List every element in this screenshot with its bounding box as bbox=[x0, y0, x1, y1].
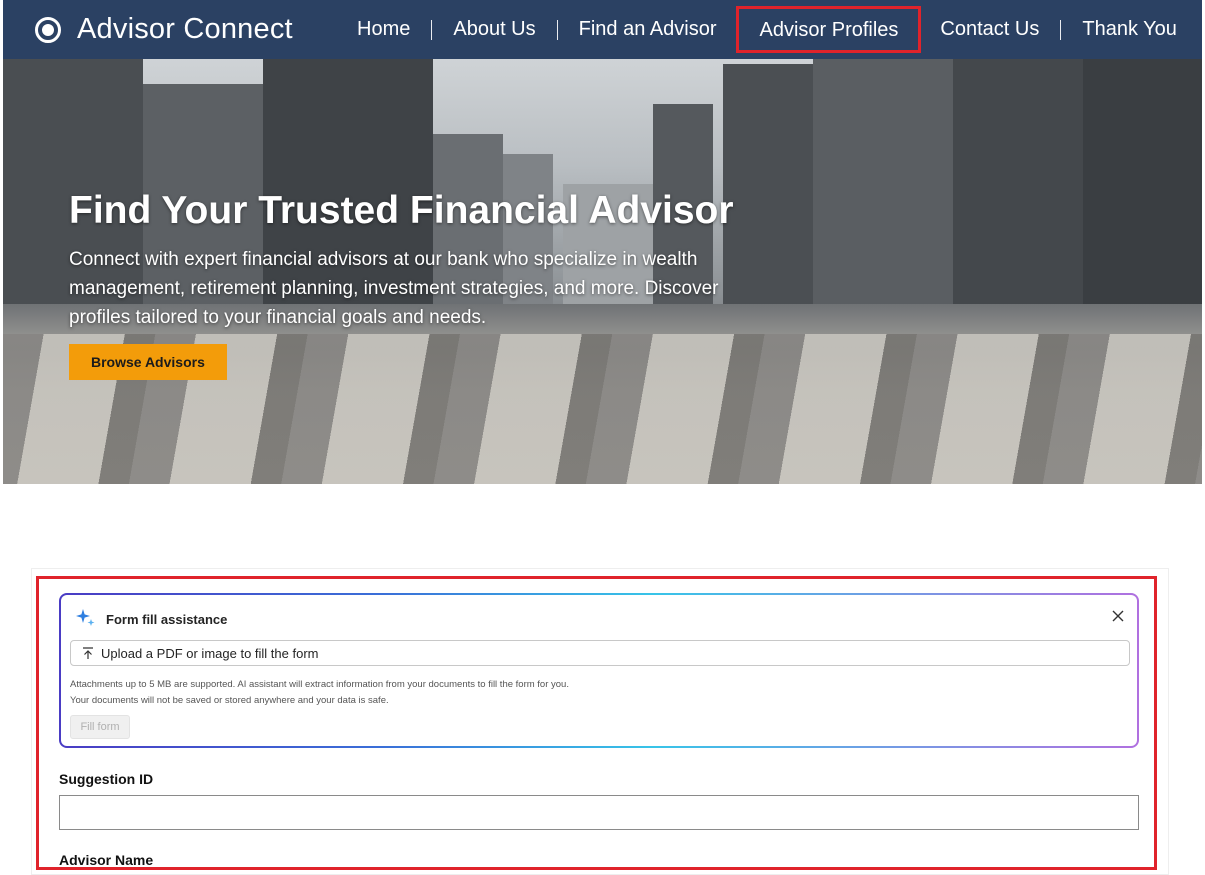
hero-content: Find Your Trusted Financial Advisor Conn… bbox=[69, 189, 769, 380]
hero-building bbox=[1083, 59, 1202, 334]
assist-title: Form fill assistance bbox=[106, 612, 228, 627]
fill-form-button[interactable]: Fill form bbox=[70, 715, 130, 739]
brand-logo-icon bbox=[35, 16, 61, 43]
nav-thank-you[interactable]: Thank You bbox=[1061, 18, 1198, 41]
hero-building bbox=[953, 59, 1083, 334]
hero-subtitle: Connect with expert financial advisors a… bbox=[69, 249, 719, 328]
brand-name: Advisor Connect bbox=[77, 13, 293, 45]
upload-document-button[interactable]: Upload a PDF or image to fill the form bbox=[70, 640, 1130, 666]
close-icon[interactable] bbox=[1111, 609, 1125, 623]
nav-links: Home About Us Find an Advisor Advisor Pr… bbox=[336, 0, 1198, 59]
nav-contact-us[interactable]: Contact Us bbox=[919, 18, 1060, 41]
form-fill-assistance-panel: Form fill assistance Upload a PDF or ima… bbox=[59, 593, 1139, 748]
sparkle-icon bbox=[76, 609, 95, 626]
suggestion-id-label: Suggestion ID bbox=[59, 771, 154, 787]
nav-advisor-profiles[interactable]: Advisor Profiles bbox=[736, 6, 922, 53]
advisor-name-label: Advisor Name bbox=[59, 852, 154, 868]
nav-home[interactable]: Home bbox=[336, 18, 431, 41]
upload-label: Upload a PDF or image to fill the form bbox=[101, 645, 319, 661]
brand[interactable]: Advisor Connect bbox=[35, 13, 293, 46]
assist-note-line: Attachments up to 5 MB are supported. AI… bbox=[70, 679, 569, 690]
nav-find-an-advisor[interactable]: Find an Advisor bbox=[558, 18, 738, 41]
hero-banner: Find Your Trusted Financial Advisor Conn… bbox=[3, 59, 1202, 484]
upload-icon bbox=[83, 646, 93, 659]
top-navbar: Advisor Connect Home About Us Find an Ad… bbox=[3, 0, 1202, 59]
browse-advisors-button[interactable]: Browse Advisors bbox=[69, 344, 227, 380]
hero-building bbox=[813, 59, 953, 334]
assist-note: Attachments up to 5 MB are supported. AI… bbox=[70, 677, 569, 709]
hero-title: Find Your Trusted Financial Advisor bbox=[69, 189, 734, 232]
suggestion-id-input[interactable] bbox=[59, 795, 1139, 830]
nav-about-us[interactable]: About Us bbox=[432, 18, 556, 41]
assist-note-line: Your documents will not be saved or stor… bbox=[70, 695, 389, 706]
nav-divider bbox=[737, 19, 739, 40]
